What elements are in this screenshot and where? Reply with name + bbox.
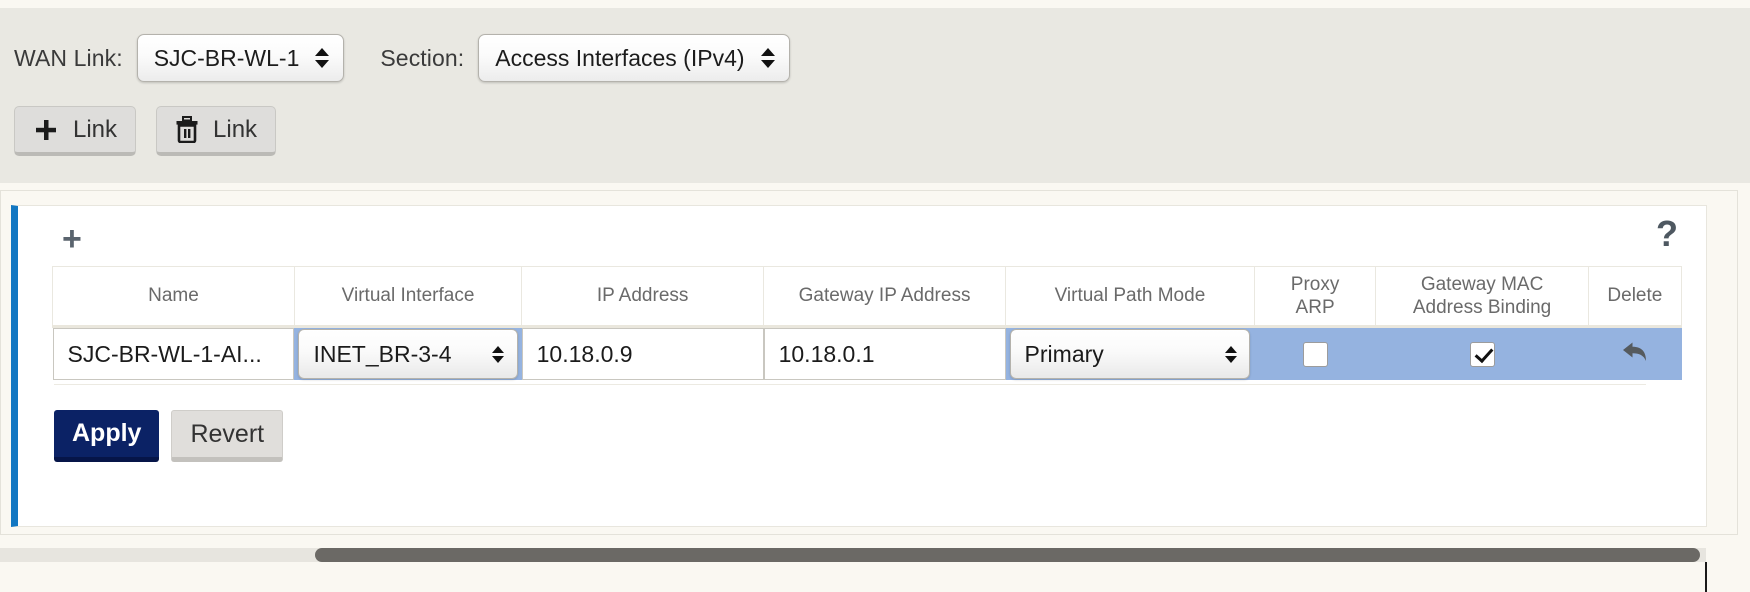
- table-header-row: Name Virtual Interface IP Address Gatewa…: [52, 266, 1683, 328]
- gw-mac-line1: Gateway MAC: [1420, 273, 1544, 295]
- virtual-interface-select[interactable]: INET_BR-3-4: [298, 329, 518, 379]
- window-edge-line: [1705, 562, 1707, 592]
- revert-button[interactable]: Revert: [171, 410, 284, 462]
- add-link-label: Link: [73, 115, 118, 143]
- chevron-updown-icon: [315, 44, 330, 72]
- column-header-gateway-mac-address-binding: Gateway MAC Address Binding: [1375, 266, 1589, 328]
- bottom-filler: [0, 562, 1750, 592]
- name-input[interactable]: SJC-BR-WL-1-AI...: [52, 328, 295, 380]
- column-header-ip-address: IP Address: [521, 266, 765, 328]
- section-label: Section:: [380, 44, 465, 71]
- cell-delete: [1588, 326, 1682, 380]
- content-panel-wrapper: + ? Name Virtual Interface IP Address Ga…: [0, 190, 1738, 535]
- cell-name: SJC-BR-WL-1-AI...: [52, 326, 295, 380]
- chevron-updown-icon: [760, 44, 775, 72]
- cell-ip-address: 10.18.0.9: [521, 326, 764, 380]
- table-row: SJC-BR-WL-1-AI... INET_BR-3-4 10.18.0.9 …: [52, 326, 1682, 380]
- section-select-value: Access Interfaces (IPv4): [495, 44, 745, 71]
- add-row-icon[interactable]: +: [62, 222, 82, 256]
- gw-mac-line2: Address Binding: [1412, 297, 1552, 318]
- cell-gateway-mac-address-binding: [1375, 326, 1589, 380]
- virtual-path-mode-select[interactable]: Primary: [1009, 329, 1251, 379]
- proxy-arp-line2: ARP: [1295, 297, 1335, 318]
- chevron-updown-icon: [492, 341, 505, 367]
- delete-link-label: Link: [213, 115, 258, 143]
- proxy-arp-line1: Proxy: [1290, 273, 1340, 295]
- gateway-mac-address-binding-checkbox[interactable]: [1469, 341, 1495, 367]
- virtual-interface-value: INET_BR-3-4: [313, 341, 452, 367]
- column-header-proxy-arp: Proxy ARP: [1253, 266, 1377, 328]
- chevron-updown-icon: [1224, 341, 1237, 367]
- column-header-name: Name: [52, 266, 295, 328]
- trash-icon: [175, 116, 199, 143]
- help-icon[interactable]: ?: [1656, 216, 1678, 252]
- ip-address-input[interactable]: 10.18.0.9: [521, 328, 764, 380]
- gateway-ip-address-input[interactable]: 10.18.0.1: [763, 328, 1006, 380]
- column-header-gateway-ip-address: Gateway IP Address: [763, 266, 1007, 328]
- section-select[interactable]: Access Interfaces (IPv4): [478, 34, 790, 82]
- virtual-path-mode-value: Primary: [1024, 341, 1104, 367]
- apply-button[interactable]: Apply: [54, 410, 160, 462]
- wan-link-select[interactable]: SJC-BR-WL-1: [136, 34, 345, 82]
- plus-icon: [33, 117, 59, 143]
- column-header-delete: Delete: [1587, 266, 1683, 328]
- access-interfaces-table: Name Virtual Interface IP Address Gatewa…: [52, 266, 1683, 380]
- top-toolbar: WAN Link: SJC-BR-WL-1 Section: Access In…: [0, 8, 1750, 183]
- column-header-virtual-path-mode: Virtual Path Mode: [1005, 266, 1255, 328]
- add-link-button[interactable]: Link: [14, 106, 137, 156]
- wan-link-label: WAN Link:: [14, 44, 123, 71]
- undo-arrow-icon[interactable]: [1620, 339, 1650, 370]
- access-interfaces-panel: + ? Name Virtual Interface IP Address Ga…: [11, 205, 1707, 527]
- column-header-virtual-interface: Virtual Interface: [293, 266, 523, 328]
- toolbar-selectors-row: WAN Link: SJC-BR-WL-1 Section: Access In…: [0, 30, 790, 86]
- panel-header: + ?: [18, 206, 1706, 268]
- cell-gateway-ip-address: 10.18.0.1: [763, 326, 1006, 380]
- panel-footer: Apply Revert: [54, 410, 284, 462]
- toolbar-actions-row: Link Link: [14, 106, 277, 156]
- cell-virtual-interface: INET_BR-3-4: [294, 326, 522, 380]
- footer-divider: [54, 384, 1646, 385]
- cell-virtual-path-mode: Primary: [1005, 326, 1255, 380]
- wan-link-select-value: SJC-BR-WL-1: [153, 44, 300, 71]
- horizontal-scrollbar-thumb[interactable]: [315, 548, 1700, 562]
- proxy-arp-checkbox[interactable]: [1302, 341, 1328, 367]
- cell-proxy-arp: [1254, 326, 1376, 380]
- delete-link-button[interactable]: Link: [156, 106, 277, 156]
